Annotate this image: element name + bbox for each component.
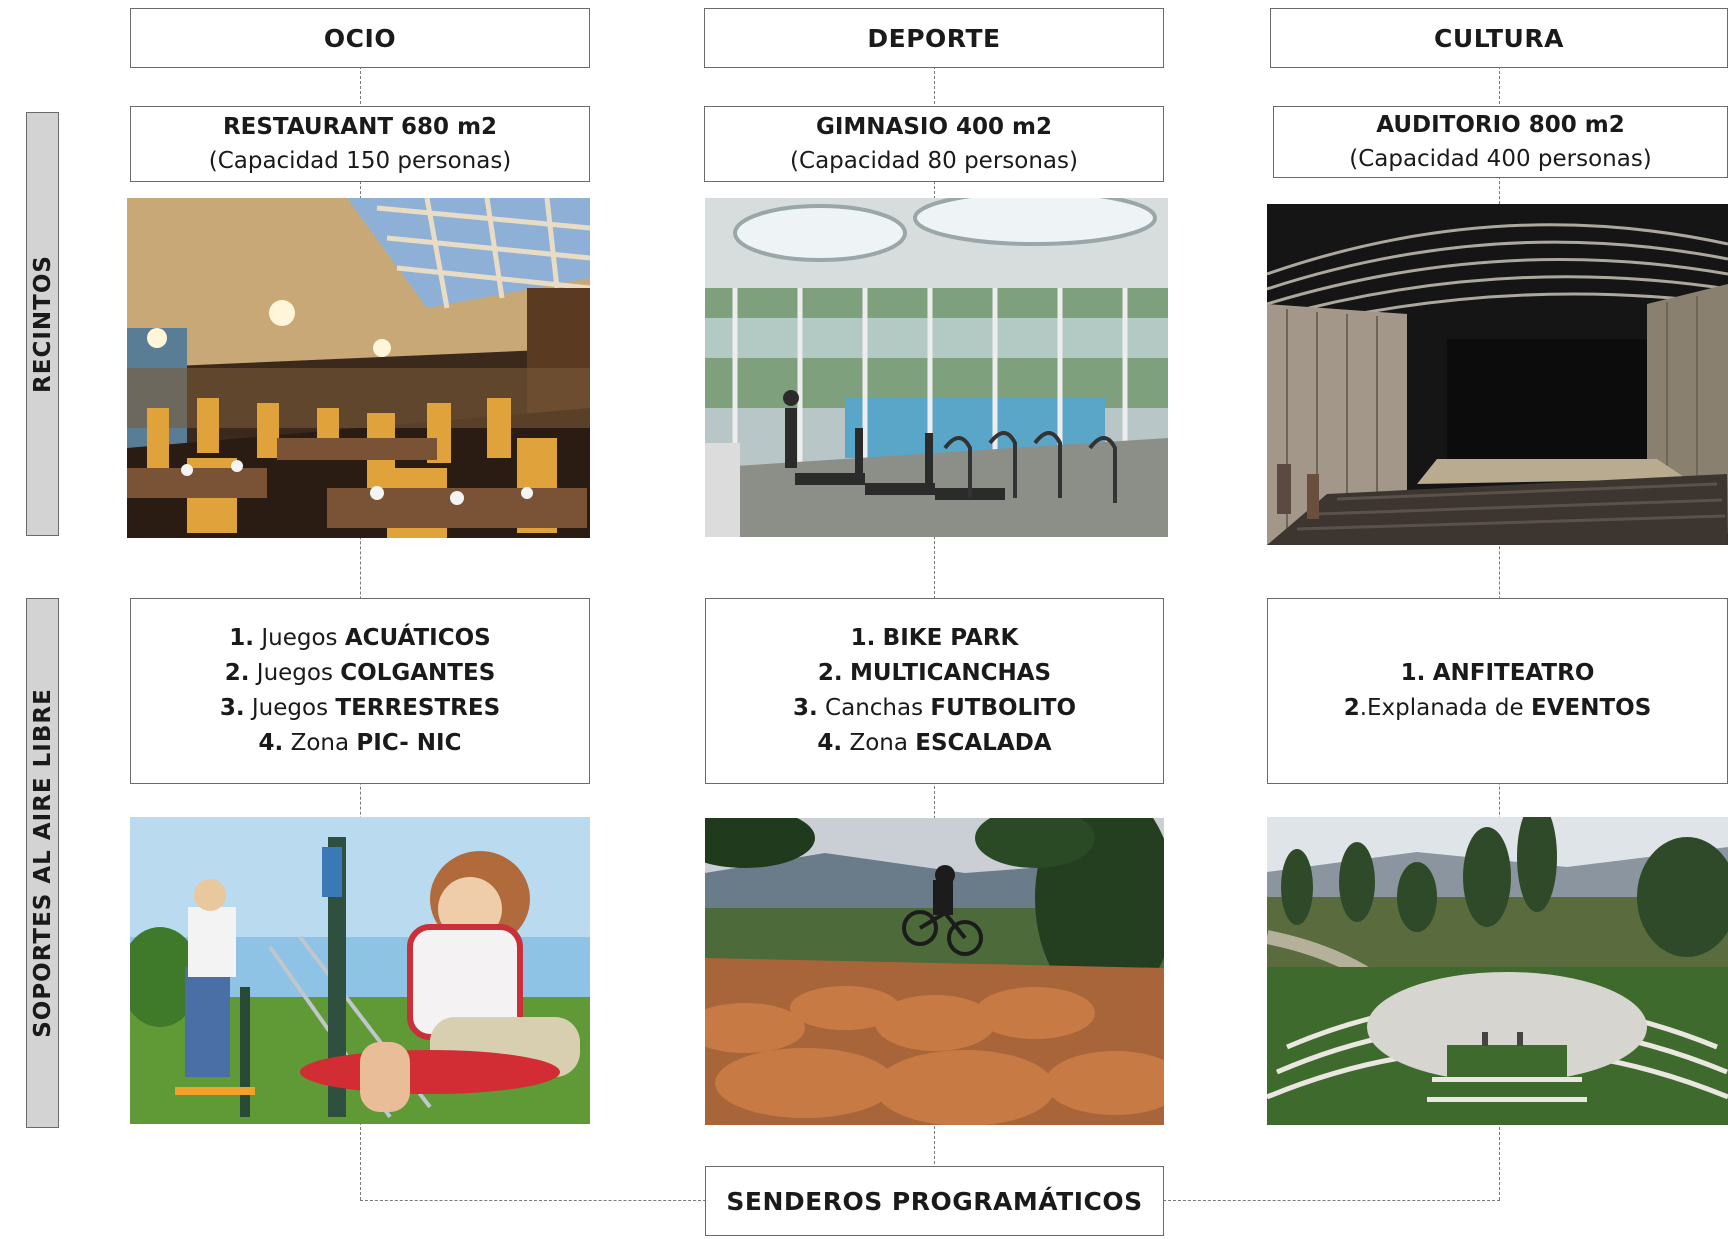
space-title: RESTAURANT 680 m2 (222, 114, 498, 140)
list-item: 1. Juegos ACUÁTICOS (229, 625, 491, 651)
list-item: 3. Juegos TERRESTRES (219, 695, 501, 721)
list-item: 1. BIKE PARK (850, 625, 1019, 651)
space-capacity: (Capacidad 80 personas) (790, 148, 1078, 174)
amphitheater-photo (1267, 817, 1728, 1125)
space-title: AUDITORIO 800 m2 (1376, 112, 1625, 138)
heading-deporte: DEPORTE (704, 8, 1164, 68)
list-item: 1. ANFITEATRO (1400, 660, 1595, 686)
space-box-auditorio: AUDITORIO 800 m2 (Capacidad 400 personas… (1273, 106, 1728, 178)
list-item: 2.Explanada de EVENTOS (1343, 695, 1652, 721)
gym-photo (705, 198, 1168, 537)
space-box-restaurant: RESTAURANT 680 m2 (Capacidad 150 persona… (130, 106, 590, 182)
list-item: 3. Canchas FUTBOLITO (792, 695, 1077, 721)
heading-ocio: OCIO (130, 8, 590, 68)
outdoor-list-ocio: 1. Juegos ACUÁTICOS 2. Juegos COLGANTES … (130, 598, 590, 784)
space-capacity: (Capacidad 400 personas) (1349, 146, 1652, 172)
bike-park-photo (705, 818, 1164, 1125)
space-capacity: (Capacidad 150 personas) (208, 148, 512, 174)
auditorium-photo (1267, 204, 1728, 545)
space-title: GIMNASIO 400 m2 (815, 114, 1053, 140)
list-item: 4. Zona ESCALADA (817, 730, 1052, 756)
list-item: 2. Juegos COLGANTES (224, 660, 496, 686)
soportes-label: SOPORTES AL AIRE LIBRE (26, 598, 59, 1128)
connector-bottom-right (1163, 1200, 1500, 1201)
space-box-gimnasio: GIMNASIO 400 m2 (Capacidad 80 personas) (704, 106, 1164, 182)
senderos-box: SENDEROS PROGRAMÁTICOS (705, 1166, 1164, 1236)
recintos-label: RECINTOS (26, 112, 59, 536)
restaurant-photo (127, 198, 590, 538)
outdoor-list-deporte: 1. BIKE PARK 2. MULTICANCHAS 3. Canchas … (705, 598, 1164, 784)
playground-photo (130, 817, 590, 1124)
outdoor-list-cultura: 1. ANFITEATRO 2.Explanada de EVENTOS (1267, 598, 1728, 784)
heading-cultura: CULTURA (1270, 8, 1728, 68)
list-item: 4. Zona PIC- NIC (258, 730, 462, 756)
list-item: 2. MULTICANCHAS (817, 660, 1052, 686)
connector-bottom-left (360, 1200, 706, 1201)
